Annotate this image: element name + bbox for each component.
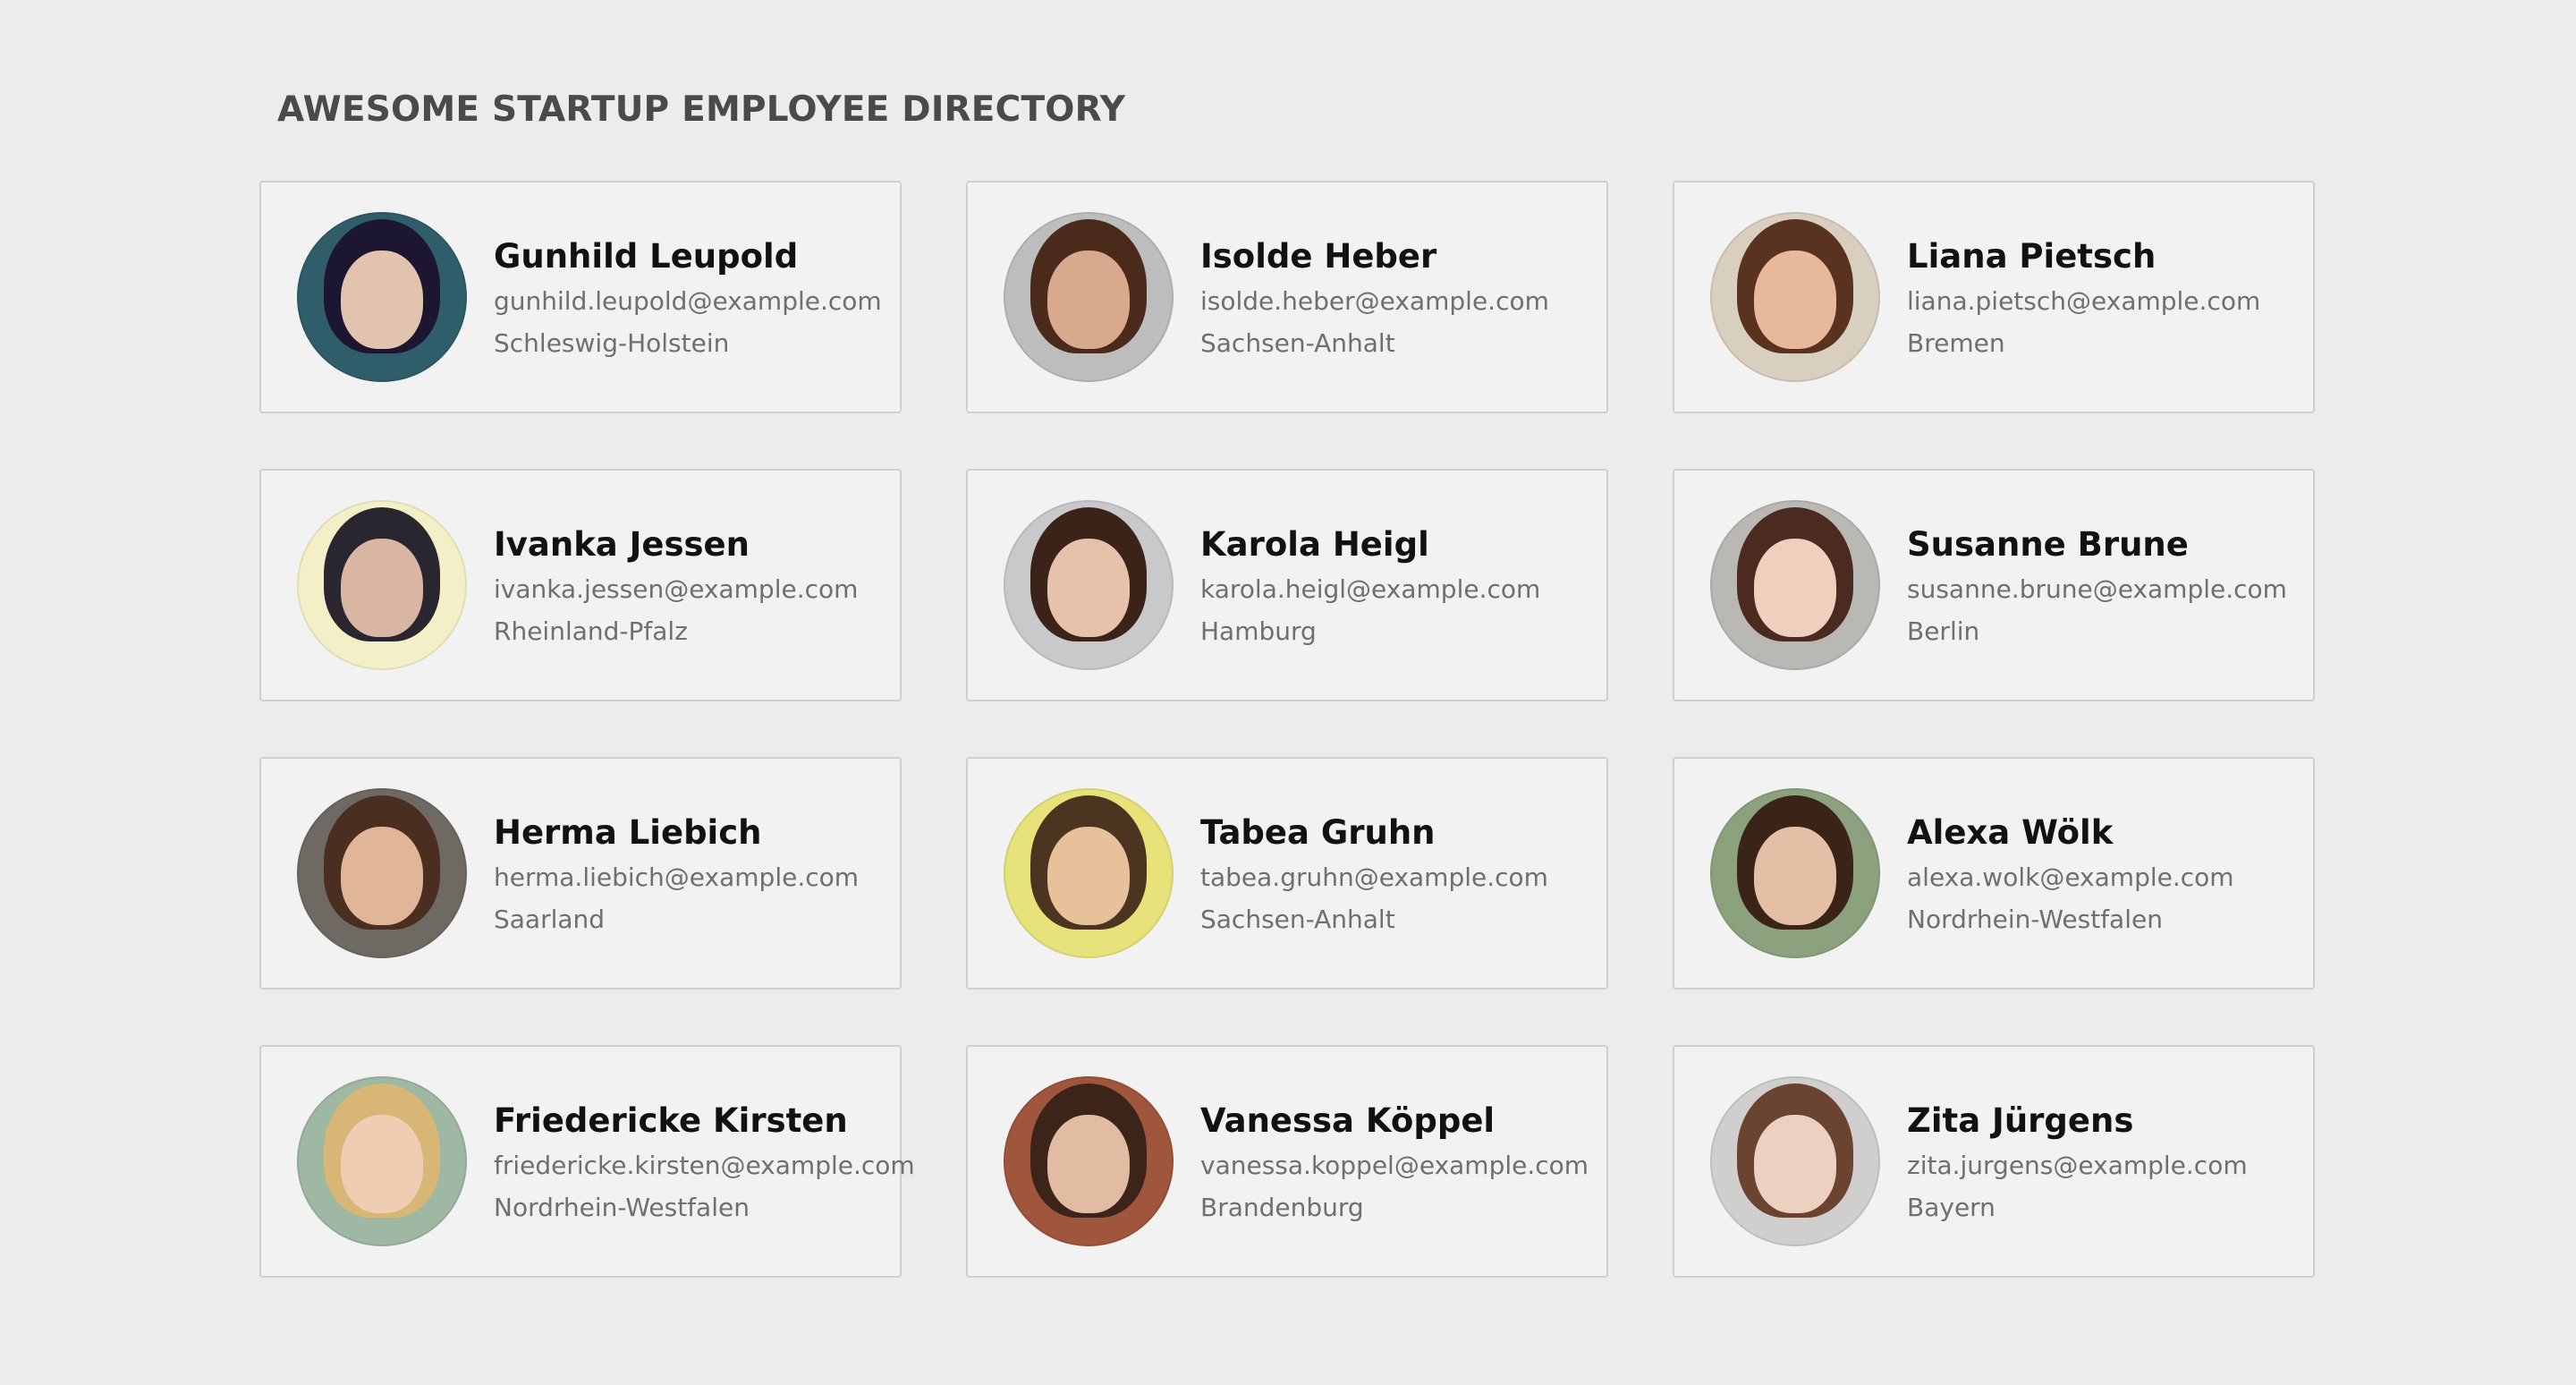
employee-region: Brandenburg [1200, 1192, 1364, 1222]
employee-card[interactable]: Gunhild Leupold gunhild.leupold@example.… [259, 181, 902, 413]
employee-card[interactable]: Karola Heigl karola.heigl@example.com Ha… [966, 469, 1608, 701]
employee-card[interactable]: Isolde Heber isolde.heber@example.com Sa… [966, 181, 1608, 413]
avatar [1004, 212, 1174, 382]
employee-name: Ivanka Jessen [494, 524, 750, 564]
employee-region: Hamburg [1200, 616, 1317, 646]
employee-email: ivanka.jessen@example.com [494, 574, 859, 604]
employee-name: Herma Liebich [494, 812, 762, 852]
employee-name: Tabea Gruhn [1200, 812, 1436, 852]
employee-email: tabea.gruhn@example.com [1200, 862, 1548, 892]
employee-card[interactable]: Tabea Gruhn tabea.gruhn@example.com Sach… [966, 757, 1608, 990]
employee-card[interactable]: Herma Liebich herma.liebich@example.com … [259, 757, 902, 990]
employee-region: Sachsen-Anhalt [1200, 904, 1395, 934]
employee-info: Gunhild Leupold gunhild.leupold@example.… [494, 237, 882, 358]
employee-name: Isolde Heber [1200, 236, 1437, 276]
employee-region: Nordrhein-Westfalen [494, 1192, 750, 1222]
employee-region: Sachsen-Anhalt [1200, 327, 1395, 358]
directory-page: AWESOME STARTUP EMPLOYEE DIRECTORY Gunhi… [0, 0, 2576, 1385]
avatar [297, 788, 467, 958]
avatar [1004, 1076, 1174, 1246]
employee-region: Berlin [1907, 616, 1980, 646]
employee-name: Liana Pietsch [1907, 236, 2157, 276]
employee-name: Karola Heigl [1200, 524, 1429, 564]
employee-card[interactable]: Alexa Wölk alexa.wolk@example.com Nordrh… [1673, 757, 2315, 990]
employee-name: Vanessa Köppel [1200, 1100, 1496, 1140]
employee-info: Friedericke Kirsten friedericke.kirsten@… [494, 1101, 915, 1222]
employee-card[interactable]: Ivanka Jessen ivanka.jessen@example.com … [259, 469, 902, 701]
employee-region: Bremen [1907, 327, 2005, 358]
employee-region: Rheinland-Pfalz [494, 616, 688, 646]
employee-email: alexa.wolk@example.com [1907, 862, 2234, 892]
employee-email: susanne.brune@example.com [1907, 574, 2287, 604]
employee-card[interactable]: Susanne Brune susanne.brune@example.com … [1673, 469, 2315, 701]
employee-email: gunhild.leupold@example.com [494, 285, 882, 316]
employee-name: Friedericke Kirsten [494, 1100, 848, 1140]
employee-region: Saarland [494, 904, 606, 934]
employee-name: Gunhild Leupold [494, 236, 799, 276]
employee-info: Liana Pietsch liana.pietsch@example.com … [1907, 237, 2260, 358]
avatar [1710, 788, 1880, 958]
employee-info: Isolde Heber isolde.heber@example.com Sa… [1200, 237, 1549, 358]
avatar [1710, 500, 1880, 670]
employee-email: karola.heigl@example.com [1200, 574, 1541, 604]
employee-email: isolde.heber@example.com [1200, 285, 1549, 316]
employee-region: Nordrhein-Westfalen [1907, 904, 2163, 934]
employee-card[interactable]: Friedericke Kirsten friedericke.kirsten@… [259, 1045, 915, 1278]
avatar [297, 212, 467, 382]
employee-card[interactable]: Vanessa Köppel vanessa.koppel@example.co… [966, 1045, 1608, 1278]
avatar [1004, 788, 1174, 958]
employee-info: Zita Jürgens zita.jurgens@example.com Ba… [1907, 1101, 2248, 1222]
employee-name: Alexa Wölk [1907, 812, 2114, 852]
avatar [297, 1076, 467, 1246]
employee-info: Susanne Brune susanne.brune@example.com … [1907, 525, 2287, 646]
employee-region: Schleswig-Holstein [494, 327, 730, 358]
employee-region: Bayern [1907, 1192, 1996, 1222]
employee-name: Susanne Brune [1907, 524, 2189, 564]
employee-name: Zita Jürgens [1907, 1100, 2134, 1140]
avatar [1004, 500, 1174, 670]
employee-info: Karola Heigl karola.heigl@example.com Ha… [1200, 525, 1540, 646]
employee-email: friedericke.kirsten@example.com [494, 1150, 915, 1180]
avatar [1710, 212, 1880, 382]
avatar [1710, 1076, 1880, 1246]
employee-grid: Gunhild Leupold gunhild.leupold@example.… [259, 181, 2317, 1278]
employee-info: Vanessa Köppel vanessa.koppel@example.co… [1200, 1101, 1589, 1222]
employee-email: zita.jurgens@example.com [1907, 1150, 2248, 1180]
employee-info: Alexa Wölk alexa.wolk@example.com Nordrh… [1907, 813, 2234, 934]
avatar [297, 500, 467, 670]
employee-card[interactable]: Zita Jürgens zita.jurgens@example.com Ba… [1673, 1045, 2315, 1278]
employee-info: Ivanka Jessen ivanka.jessen@example.com … [494, 525, 858, 646]
employee-email: vanessa.koppel@example.com [1200, 1150, 1589, 1180]
page-title: AWESOME STARTUP EMPLOYEE DIRECTORY [277, 89, 1126, 130]
employee-email: herma.liebich@example.com [494, 862, 860, 892]
employee-info: Tabea Gruhn tabea.gruhn@example.com Sach… [1200, 813, 1548, 934]
employee-email: liana.pietsch@example.com [1907, 285, 2261, 316]
employee-info: Herma Liebich herma.liebich@example.com … [494, 813, 859, 934]
employee-card[interactable]: Liana Pietsch liana.pietsch@example.com … [1673, 181, 2315, 413]
